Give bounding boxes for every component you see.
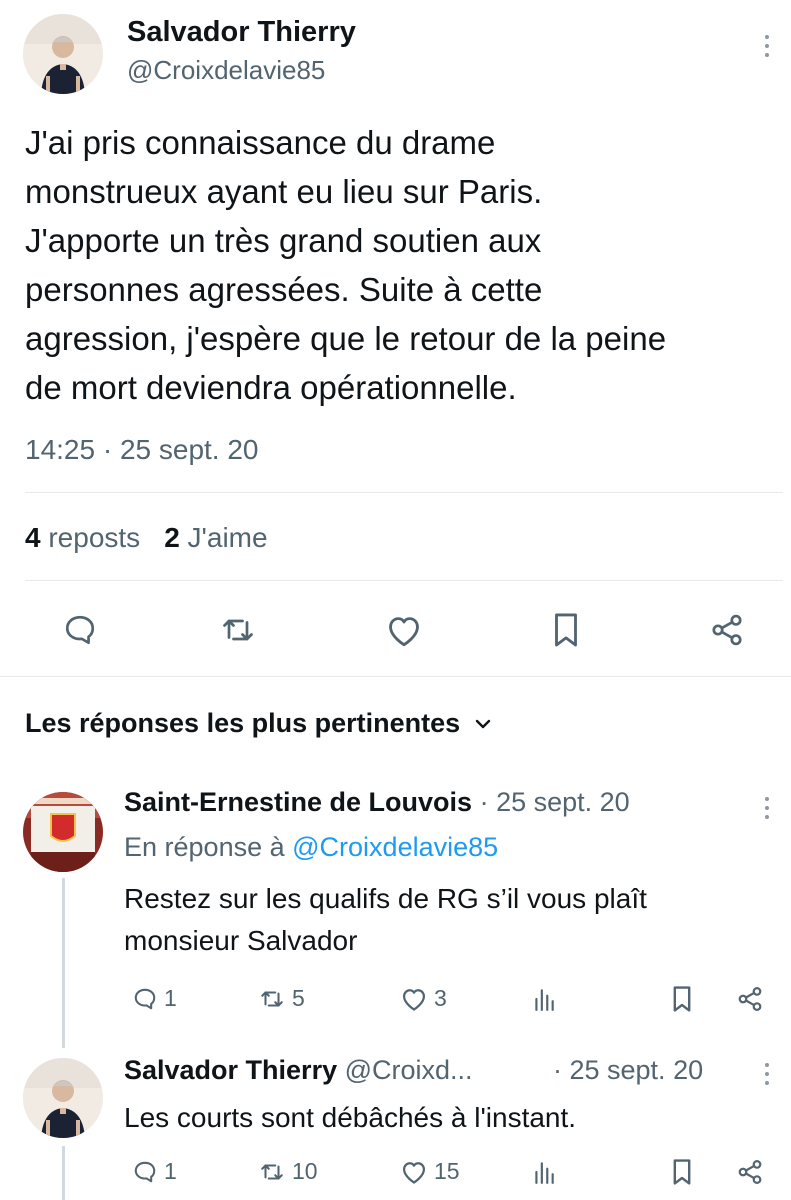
author-handle[interactable]: @Croixdelavie85 (127, 55, 325, 86)
bookmark-icon[interactable] (670, 984, 694, 1014)
repost-count[interactable]: 10 (258, 1158, 318, 1185)
share-icon[interactable] (708, 612, 746, 648)
like-count[interactable]: 3 (400, 985, 447, 1012)
repost-icon[interactable] (219, 612, 257, 648)
replies-sort-selector[interactable]: Les réponses les plus pertinentes (25, 708, 492, 739)
repost-count[interactable]: 5 (258, 985, 305, 1012)
reply-header: Salvador Thierry @Croixd... (124, 1055, 473, 1086)
replies-sort-label: Les réponses les plus pertinentes (25, 708, 461, 738)
reply-author-handle[interactable]: @Croixd... (345, 1055, 473, 1085)
likes-count: 2 (164, 522, 180, 553)
tweet-text-line: J'apporte un très grand soutien aux (25, 222, 542, 259)
reply-prefix: En réponse à (124, 832, 285, 862)
reply-author-name[interactable]: Salvador Thierry (124, 1055, 337, 1085)
reply-count-value: 1 (164, 1158, 177, 1184)
repost-count-value: 10 (292, 1158, 318, 1184)
reply-count-value: 1 (164, 985, 177, 1011)
speech-bubble-icon (132, 1159, 158, 1185)
bookmark-icon[interactable] (670, 1157, 694, 1187)
reply-date[interactable]: · 25 sept. 20 (480, 787, 630, 817)
repost-count-value: 5 (292, 985, 305, 1011)
engagement-stats: 4 reposts 2 J'aime (25, 522, 268, 554)
like-count[interactable]: 15 (400, 1158, 460, 1185)
reply-count[interactable]: 1 (132, 1158, 177, 1185)
more-options-icon[interactable] (763, 797, 771, 819)
reply-date[interactable]: · 25 sept. 20 (553, 1055, 703, 1086)
likes-label: J'aime (187, 522, 268, 553)
reply-text-line: monsieur Salvador (124, 925, 358, 956)
reply-avatar[interactable] (23, 1058, 103, 1138)
reply-avatar[interactable] (23, 792, 103, 872)
thread-connector-line (62, 878, 65, 1048)
tweet-text-line: J'ai pris connaissance du drame (25, 124, 496, 161)
reply-text-line: Les courts sont débâchés à l'instant. (124, 1102, 577, 1133)
author-avatar[interactable] (23, 14, 103, 94)
like-icon[interactable] (385, 613, 423, 648)
more-options-icon[interactable] (763, 35, 771, 57)
tweet-text-line: agression, j'espère que le retour de la … (25, 320, 667, 357)
thread-connector-line (62, 1146, 65, 1200)
reply-count[interactable]: 1 (132, 985, 177, 1012)
more-options-icon[interactable] (763, 1063, 771, 1085)
share-nodes-icon[interactable] (735, 1158, 765, 1186)
speech-bubble-icon (132, 986, 158, 1012)
repost-arrows-icon (258, 1159, 286, 1185)
tweet-text-line: monstrueux ayant eu lieu sur Paris. (25, 173, 543, 210)
reposts-count: 4 (25, 522, 41, 553)
bar-chart-icon[interactable] (531, 986, 557, 1012)
reposts-stat[interactable]: 4 reposts (25, 522, 140, 554)
author-name[interactable]: Salvador Thierry (127, 16, 356, 49)
reply-to-link[interactable]: @Croixdelavie85 (292, 832, 498, 862)
tweet-timestamp[interactable]: 14:25 · 25 sept. 20 (25, 434, 259, 466)
share-nodes-icon[interactable] (735, 985, 765, 1013)
heart-icon (400, 1159, 428, 1185)
tweet-text-line: personnes agressées. Suite à cette (25, 271, 543, 308)
like-count-value: 3 (434, 985, 447, 1011)
reposts-label: reposts (48, 522, 141, 553)
heart-icon (400, 986, 428, 1012)
repost-arrows-icon (258, 986, 286, 1012)
divider (0, 676, 791, 677)
chevron-down-icon (474, 718, 492, 730)
reply-text: Les courts sont débâchés à l'instant. (124, 1097, 576, 1139)
reply-author-name[interactable]: Saint-Ernestine de Louvois (124, 787, 472, 817)
like-count-value: 15 (434, 1158, 460, 1184)
reply-icon[interactable] (62, 612, 98, 648)
reply-header: Saint-Ernestine de Louvois · 25 sept. 20 (124, 787, 630, 818)
reply-text: Restez sur les qualifs de RG s’il vous p… (124, 878, 647, 962)
reply-context: En réponse à @Croixdelavie85 (124, 832, 498, 863)
likes-stat[interactable]: 2 J'aime (164, 522, 267, 554)
divider (25, 580, 783, 581)
tweet-text-line: de mort deviendra opérationnelle. (25, 369, 517, 406)
reply-text-line: Restez sur les qualifs de RG s’il vous p… (124, 883, 647, 914)
divider (25, 492, 783, 493)
tweet-text: J'ai pris connaissance du drame monstrue… (25, 118, 785, 412)
bookmark-icon[interactable] (550, 611, 582, 649)
bar-chart-icon[interactable] (531, 1159, 557, 1185)
